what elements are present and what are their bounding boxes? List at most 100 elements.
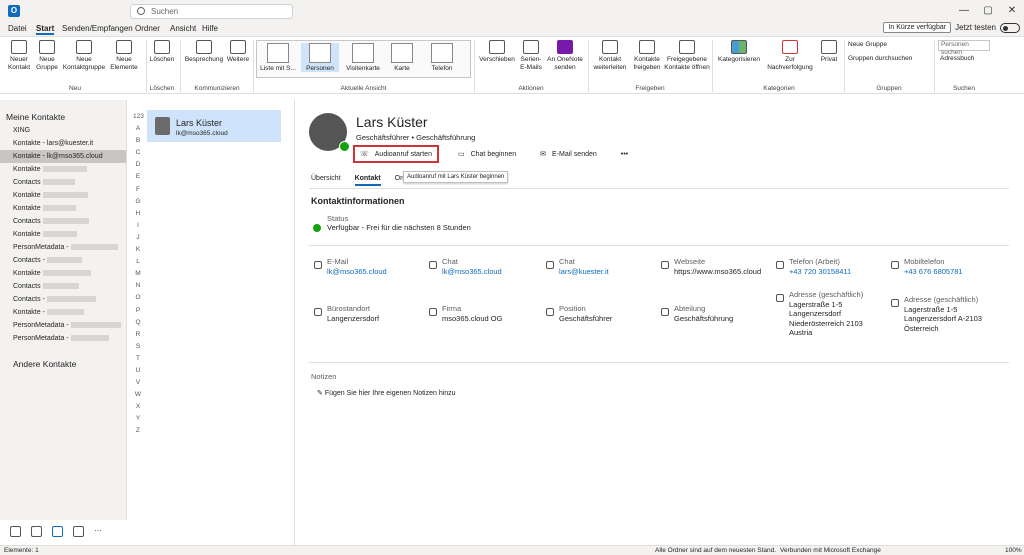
calendar-module-icon[interactable] [31,526,42,537]
try-now-toggle[interactable] [1000,22,1020,33]
folder-item[interactable]: Kontakte [0,228,126,241]
search-groups-button[interactable]: Gruppen durchsuchen [848,55,934,63]
alphabet-letter[interactable]: F [133,186,143,198]
new-group-small-button[interactable]: Neue Gruppe [848,41,934,49]
new-contact-button[interactable]: Neuer Kontakt [6,40,32,72]
new-contact-group-button[interactable]: Neue Kontaktgruppe [62,40,106,72]
tab-contact[interactable]: Kontakt [354,175,381,186]
tab-overview[interactable]: Übersicht [311,175,341,186]
alphabet-letter[interactable]: N [133,282,143,294]
alphabet-letter[interactable]: L [133,258,143,270]
alphabet-letter[interactable]: C [133,149,143,161]
alphabet-letter[interactable]: K [133,246,143,258]
follow-up-button[interactable]: Zur Nachverfolgung [764,40,816,72]
alphabet-letter[interactable]: I [133,222,143,234]
alphabet-letter[interactable]: A [133,125,143,137]
people-module-icon[interactable] [52,526,63,537]
view-list-button[interactable]: Liste mit S... [259,43,297,72]
folder-item[interactable]: PersonMetadata - [0,332,126,345]
folder-item[interactable]: Contacts - [0,293,126,306]
tasks-module-icon[interactable] [73,526,84,537]
start-chat-button[interactable]: ▭ Chat beginnen [453,147,521,161]
more-modules-icon[interactable]: ··· [94,526,105,537]
folder-item[interactable]: XING [0,124,126,137]
alphabet-letter[interactable]: J [133,234,143,246]
alphabet-letter[interactable]: G [133,198,143,210]
search-input[interactable]: Suchen [130,4,293,19]
new-group-button[interactable]: Neue Gruppe [34,40,60,72]
contact-list-item[interactable]: Lars Küster lk@mso365.cloud [147,110,281,142]
mail-module-icon[interactable] [10,526,21,537]
folder-item[interactable]: Contacts - [0,254,126,267]
menu-ordner[interactable]: Ordner [135,24,160,33]
alphabet-letter[interactable]: P [133,307,143,319]
alphabet-letter[interactable]: R [133,331,143,343]
alphabet-letter[interactable]: O [133,294,143,306]
folder-item[interactable]: PersonMetadata - [0,319,126,332]
alphabet-letter[interactable]: D [133,161,143,173]
folder-item[interactable]: Kontakte [0,163,126,176]
categorize-button[interactable]: Kategorisieren [716,40,762,64]
my-contacts-header[interactable]: Meine Kontakte [0,100,126,124]
onenote-button[interactable]: An OneNote senden [546,40,584,72]
minimize-button[interactable]: — [952,0,976,22]
folder-item[interactable]: Kontakte - [0,306,126,319]
folder-item[interactable]: Kontakte [0,267,126,280]
private-button[interactable]: Privat [818,40,840,64]
menu-start[interactable]: Start [36,24,55,35]
new-items-button[interactable]: Neue Elemente [108,40,140,72]
delete-button[interactable]: Löschen [149,40,175,64]
menu-hilfe[interactable]: Hilfe [202,24,218,33]
alphabet-letter[interactable]: U [133,367,143,379]
alphabet-letter[interactable]: W [133,391,143,403]
meeting-button[interactable]: Besprechung [184,40,224,64]
view-card-button[interactable]: Visitenkarte [343,43,383,72]
other-contacts-header[interactable]: Andere Kontakte [0,345,126,369]
menu-senden-empfangen[interactable]: Senden/Empfangen [62,24,133,33]
close-button[interactable]: ✕ [1000,0,1024,22]
open-shared-button[interactable]: Freigegebene Kontakte öffnen [664,40,710,72]
alphabet-letter[interactable]: Y [133,415,143,427]
view-map-button[interactable]: Karte [387,43,417,72]
menu-ansicht[interactable]: Ansicht [170,24,196,33]
folder-item[interactable]: Contacts [0,176,126,189]
maximize-button[interactable]: ▢ [976,0,1000,22]
folder-item[interactable]: Kontakte - lk@mso365.cloud [0,150,126,163]
alphabet-letter[interactable]: M [133,270,143,282]
share-contacts-button[interactable]: Kontakte freigeben [632,40,662,72]
alphabet-letter[interactable]: T [133,355,143,367]
alphabet-letter[interactable]: V [133,379,143,391]
coming-soon-button[interactable]: In Kürze verfügbar [883,22,952,33]
alphabet-letter[interactable]: E [133,173,143,185]
folder-item[interactable]: Kontakte [0,202,126,215]
folder-item[interactable]: Kontakte - lars@kuester.it [0,137,126,150]
field-value[interactable]: lars@kuester.it [559,267,609,277]
send-email-button[interactable]: ✉ E-Mail senden [535,147,602,161]
alphabet-letter[interactable]: X [133,403,143,415]
view-people-button[interactable]: Personen [301,43,339,72]
menu-datei[interactable]: Datei [8,24,27,33]
field-value[interactable]: +43 720 30158411 [789,267,851,277]
folder-item[interactable]: PersonMetadata - [0,241,126,254]
mail-merge-button[interactable]: Serien-E-Mails [518,40,544,72]
alphabet-letter[interactable]: H [133,210,143,222]
people-search-input[interactable]: Personen suchen [938,40,990,56]
folder-item[interactable]: Kontakte [0,189,126,202]
audio-call-button[interactable]: ☏ Audioanruf starten [353,145,439,163]
folder-item[interactable]: Contacts [0,280,126,293]
field-value[interactable]: lk@mso365.cloud [442,267,502,277]
view-phone-button[interactable]: Telefon [425,43,459,72]
alphabet-letter[interactable]: S [133,343,143,355]
field-value[interactable]: +43 676 6805781 [904,267,963,277]
alphabet-letter[interactable]: Z [133,427,143,439]
alphabet-letter[interactable]: B [133,137,143,149]
field-value[interactable]: lk@mso365.cloud [327,267,387,277]
add-note-button[interactable]: ✎ Fügen Sie hier Ihre eigenen Notizen hi… [317,389,456,397]
move-button[interactable]: Verschieben [478,40,516,64]
address-book-button[interactable]: Adressbuch [940,55,990,63]
more-communicate-button[interactable]: Weitere [226,40,250,64]
alphabet-letter[interactable]: 123 [133,113,144,125]
folder-item[interactable]: Contacts [0,215,126,228]
alphabet-letter[interactable]: Q [133,319,143,331]
more-actions-button[interactable]: ••• [616,148,633,161]
